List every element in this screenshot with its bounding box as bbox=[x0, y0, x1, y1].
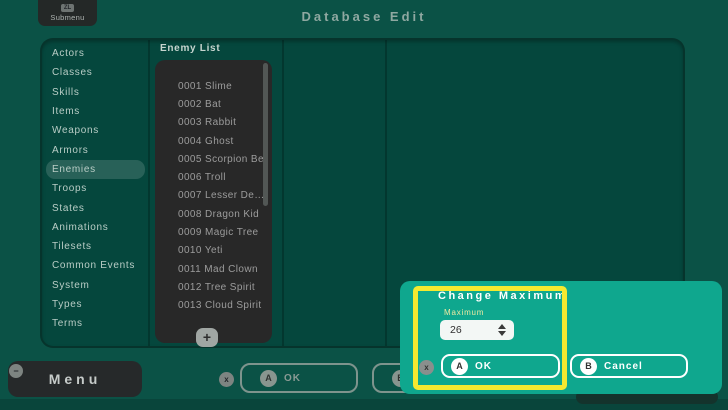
enemy-list: 0001 Slime 0002 Bat 0003 Rabbit 0004 Gho… bbox=[178, 77, 264, 315]
menu-label: Menu bbox=[48, 371, 102, 387]
menu-button[interactable]: Menu bbox=[8, 361, 142, 397]
sidebar-item-label: Enemies bbox=[52, 163, 96, 175]
plus-icon: + bbox=[202, 329, 212, 345]
page-title: Database Edit bbox=[301, 9, 427, 24]
enemy-list-item[interactable]: 0013 Cloud Spirit bbox=[178, 297, 264, 315]
enemy-list-item-label: 0013 Cloud Spirit bbox=[178, 300, 262, 312]
sidebar-item[interactable]: Weapons bbox=[46, 121, 145, 140]
column-divider bbox=[148, 40, 150, 346]
enemy-list-item[interactable]: 0012 Tree Spirit bbox=[178, 278, 264, 296]
sidebar-item-label: Armors bbox=[52, 144, 89, 156]
enemy-list-item[interactable]: 0006 Troll bbox=[178, 168, 264, 186]
minus-button-icon: − bbox=[9, 364, 23, 378]
sidebar-item-label: Tilesets bbox=[52, 241, 92, 253]
sidebar-item[interactable]: Skills bbox=[46, 83, 145, 102]
dialog-cancel-button[interactable]: B Cancel bbox=[570, 354, 688, 378]
sidebar-item-label: Weapons bbox=[52, 125, 99, 137]
enemy-list-item-label: 0008 Dragon Kid bbox=[178, 208, 260, 220]
dialog-cancel-label: Cancel bbox=[604, 360, 643, 372]
enemy-list-item[interactable]: 0001 Slime bbox=[178, 77, 264, 95]
sidebar-item-label: Actors bbox=[52, 48, 85, 60]
enemy-list-item-label: 0002 Bat bbox=[178, 98, 222, 110]
ok-button-background[interactable]: A OK bbox=[240, 363, 358, 393]
ok-label: OK bbox=[284, 372, 301, 384]
enemy-list-item-label: 0005 Scorpion Bee bbox=[178, 153, 264, 165]
sidebar-item[interactable]: Troops bbox=[46, 179, 145, 198]
enemy-list-item-label: 0007 Lesser De… bbox=[178, 190, 264, 202]
sidebar-item[interactable]: Enemies bbox=[46, 159, 145, 180]
sidebar-item-label: System bbox=[52, 279, 90, 291]
enemy-list-item-label: 0004 Ghost bbox=[178, 135, 234, 147]
sidebar-item[interactable]: Classes bbox=[46, 63, 145, 82]
sidebar-item-label: Terms bbox=[52, 318, 83, 330]
enemy-list-item[interactable]: 0004 Ghost bbox=[178, 132, 264, 150]
enemy-list-item[interactable]: 0008 Dragon Kid bbox=[178, 205, 264, 223]
add-enemy-button[interactable]: + bbox=[196, 328, 218, 347]
enemy-list-item-label: 0009 Magic Tree bbox=[178, 227, 259, 239]
focus-highlight bbox=[413, 286, 567, 390]
sidebar-item-label: Items bbox=[52, 106, 80, 118]
enemy-list-item-label: 0010 Yeti bbox=[178, 245, 223, 257]
enemy-list-title: Enemy List bbox=[160, 43, 221, 54]
enemy-list-item[interactable]: 0005 Scorpion Bee bbox=[178, 150, 264, 168]
sidebar-item[interactable]: Animations bbox=[46, 218, 145, 237]
enemy-list-item[interactable]: 0002 Bat bbox=[178, 95, 264, 113]
sidebar-item[interactable]: Terms bbox=[46, 314, 145, 333]
enemy-list-panel: 0001 Slime 0002 Bat 0003 Rabbit 0004 Gho… bbox=[155, 60, 272, 343]
sidebar-item-label: Skills bbox=[52, 86, 80, 98]
sidebar-item-label: Classes bbox=[52, 67, 93, 79]
enemy-list-item[interactable]: 0007 Lesser De… bbox=[178, 187, 264, 205]
gamepad-x-icon: x bbox=[219, 372, 234, 387]
column-divider bbox=[385, 40, 387, 346]
enemy-list-item-label: 0012 Tree Spirit bbox=[178, 281, 255, 293]
column-divider bbox=[282, 40, 284, 346]
sidebar-item[interactable]: Armors bbox=[46, 140, 145, 159]
sidebar-item[interactable]: Items bbox=[46, 102, 145, 121]
enemy-list-item-label: 0001 Slime bbox=[178, 80, 233, 92]
sidebar-item[interactable]: States bbox=[46, 198, 145, 217]
sidebar: Actors Classes Skills Items Weapons Armo… bbox=[46, 44, 145, 333]
sidebar-item-label: Troops bbox=[52, 183, 87, 195]
enemy-list-item-label: 0011 Mad Clown bbox=[178, 263, 258, 275]
sidebar-item[interactable]: Tilesets bbox=[46, 237, 145, 256]
sidebar-item-label: Common Events bbox=[52, 260, 136, 272]
scrollbar[interactable] bbox=[263, 63, 268, 206]
sidebar-item-label: Types bbox=[52, 299, 83, 310]
gamepad-b-icon: B bbox=[580, 357, 597, 375]
enemy-list-item[interactable]: 0011 Mad Clown bbox=[178, 260, 264, 278]
sidebar-item-label: Animations bbox=[52, 221, 109, 233]
sidebar-item[interactable]: Actors bbox=[46, 44, 145, 63]
sidebar-item-label: States bbox=[52, 202, 85, 214]
sidebar-item[interactable]: System bbox=[46, 276, 145, 295]
enemy-list-item[interactable]: 0003 Rabbit bbox=[178, 114, 264, 132]
gamepad-a-icon: A bbox=[260, 369, 277, 387]
sidebar-item[interactable]: Types bbox=[46, 295, 145, 314]
screen: { "colors": { "screen_bg": "#0B5246", "p… bbox=[0, 0, 728, 410]
enemy-list-item-label: 0003 Rabbit bbox=[178, 117, 237, 129]
enemy-list-item-label: 0006 Troll bbox=[178, 172, 226, 184]
enemy-list-item[interactable]: 0009 Magic Tree bbox=[178, 223, 264, 241]
sidebar-item[interactable]: Common Events bbox=[46, 256, 145, 275]
enemy-list-item[interactable]: 0010 Yeti bbox=[178, 242, 264, 260]
